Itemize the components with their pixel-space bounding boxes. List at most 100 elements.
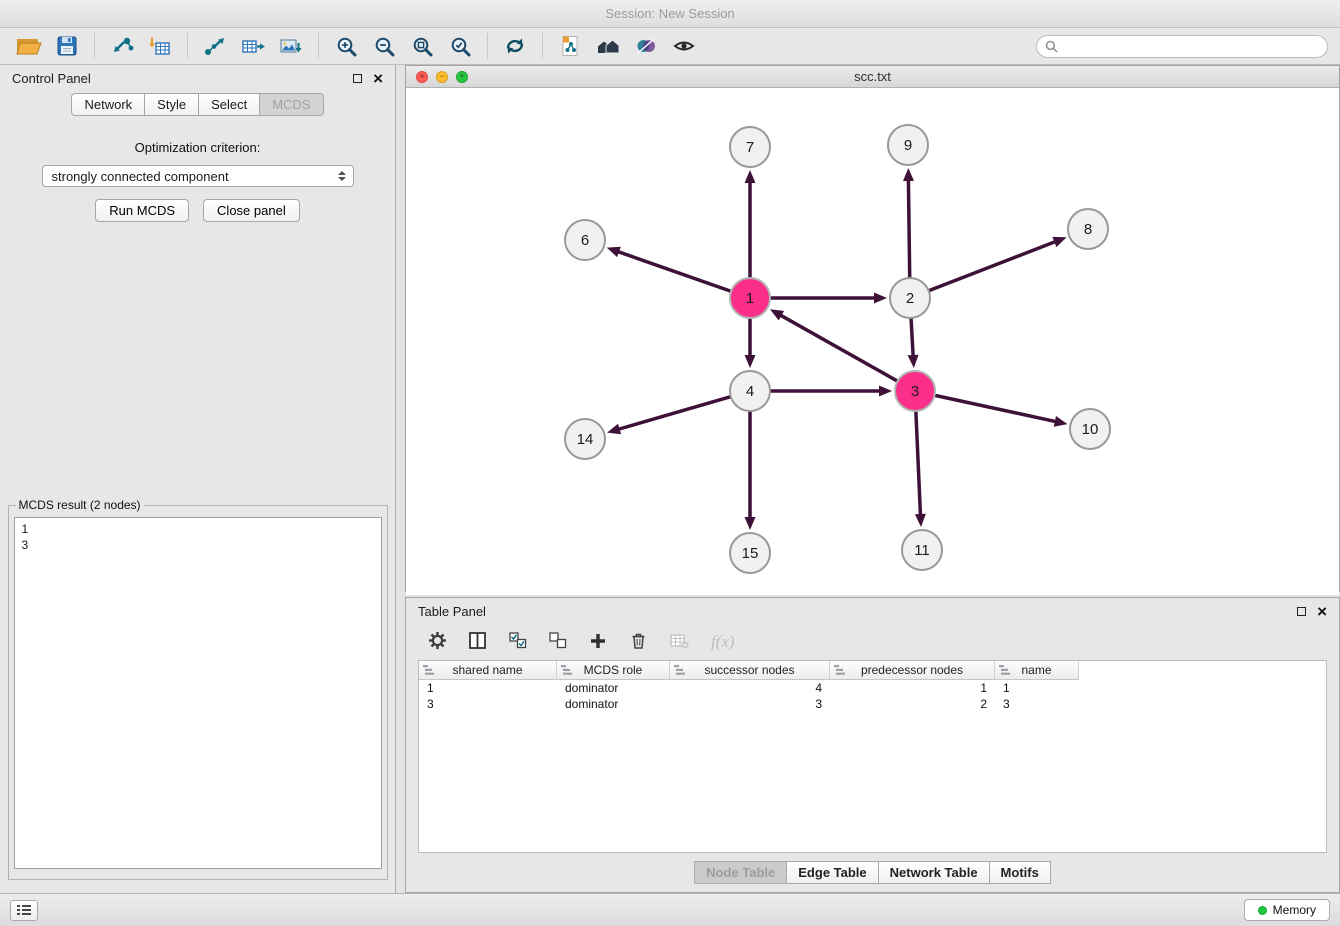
- main-toolbar: [0, 28, 1340, 65]
- table-panel: Table Panel ×: [405, 597, 1340, 893]
- import-table-button[interactable]: [144, 31, 176, 61]
- tab-style[interactable]: Style: [144, 93, 199, 116]
- graph-edge[interactable]: [930, 241, 1057, 290]
- import-network-button[interactable]: [106, 31, 138, 61]
- eye-icon: [673, 37, 695, 55]
- table-cell: dominator: [557, 696, 670, 712]
- graph-edge[interactable]: [617, 251, 730, 291]
- add-column-button[interactable]: [589, 632, 607, 653]
- graph-edge-arrow: [745, 517, 756, 530]
- zoom-out-icon: [374, 36, 395, 57]
- tab-network[interactable]: Network: [71, 93, 145, 116]
- close-window-icon[interactable]: ×: [416, 71, 428, 83]
- column-header-successor-nodes[interactable]: successor nodes: [670, 661, 830, 680]
- floppy-disk-icon: [57, 36, 77, 56]
- unselect-all-button[interactable]: [549, 632, 567, 652]
- window-controls: × − +: [416, 71, 468, 83]
- table-row[interactable]: 1dominator411: [419, 680, 1326, 696]
- control-panel-title: Control Panel: [12, 71, 91, 86]
- close-panel-icon[interactable]: ×: [1317, 603, 1327, 620]
- venn-diagram-icon: [634, 36, 658, 56]
- export-image-button[interactable]: [275, 31, 307, 61]
- graph-node-label: 15: [742, 545, 759, 562]
- zoom-in-icon: [336, 36, 357, 57]
- graph-edge-arrow: [879, 386, 892, 397]
- float-panel-icon[interactable]: [1297, 607, 1306, 616]
- graph-edge[interactable]: [916, 412, 921, 516]
- run-mcds-button[interactable]: Run MCDS: [95, 199, 189, 222]
- graph-edge[interactable]: [780, 315, 897, 381]
- graph-edge-arrow: [903, 168, 914, 181]
- tab-node-table[interactable]: Node Table: [694, 861, 787, 884]
- table-cell: 1: [830, 680, 995, 696]
- show-graphics-button[interactable]: [668, 31, 700, 61]
- mcds-panel-body: Optimization criterion: strongly connect…: [0, 120, 395, 893]
- show-columns-button[interactable]: [469, 632, 487, 653]
- tab-network-table[interactable]: Network Table: [878, 861, 990, 884]
- export-network-icon: [203, 36, 227, 57]
- right-column: × − + scc.txt 7968124314101511 Table Pan…: [405, 65, 1340, 893]
- zoom-in-button[interactable]: [330, 31, 362, 61]
- column-options-icon: [561, 665, 572, 675]
- import-table-icon: [148, 36, 172, 57]
- column-header-mcds-role[interactable]: MCDS role: [557, 661, 670, 680]
- search-box[interactable]: [1036, 35, 1328, 58]
- column-header-shared-name[interactable]: shared name: [419, 661, 557, 680]
- table-cell: 4: [670, 680, 830, 696]
- table-settings-button[interactable]: [428, 631, 447, 653]
- network-window-titlebar[interactable]: × − + scc.txt: [406, 66, 1339, 88]
- tab-motifs[interactable]: Motifs: [989, 861, 1051, 884]
- apply-layout-button[interactable]: [499, 31, 531, 61]
- graph-node-label: 9: [904, 137, 912, 154]
- delete-column-button[interactable]: [629, 631, 648, 653]
- tab-select[interactable]: Select: [198, 93, 260, 116]
- tab-edge-table[interactable]: Edge Table: [786, 861, 878, 884]
- network-graph[interactable]: 7968124314101511: [406, 88, 1338, 592]
- show-panels-button[interactable]: [10, 900, 38, 921]
- graph-edge[interactable]: [908, 179, 909, 277]
- memory-button[interactable]: Memory: [1244, 899, 1330, 921]
- document-network-icon: [559, 35, 581, 57]
- close-panel-icon[interactable]: ×: [373, 70, 383, 87]
- save-session-button[interactable]: [51, 31, 83, 61]
- refresh-icon: [503, 35, 527, 57]
- table-cell: 1: [995, 680, 1079, 696]
- column-header-predecessor-nodes[interactable]: predecessor nodes: [830, 661, 995, 680]
- network-window-title: scc.txt: [854, 69, 891, 84]
- style-button[interactable]: [630, 31, 662, 61]
- zoom-out-button[interactable]: [368, 31, 400, 61]
- criterion-dropdown-value: strongly connected component: [52, 169, 229, 184]
- open-session-button[interactable]: [13, 31, 45, 61]
- table-panel-title: Table Panel: [418, 604, 486, 619]
- home-button[interactable]: [592, 31, 624, 61]
- minimize-window-icon[interactable]: −: [436, 71, 448, 83]
- dropdown-arrows-icon: [338, 171, 348, 181]
- maximize-window-icon[interactable]: +: [456, 71, 468, 83]
- network-canvas[interactable]: 7968124314101511: [406, 88, 1339, 595]
- table-toolbar: f(x): [406, 624, 1339, 660]
- graph-edge[interactable]: [911, 319, 913, 357]
- zoom-selected-button[interactable]: [444, 31, 476, 61]
- control-panel-tabs: Network Style Select MCDS: [0, 93, 395, 116]
- export-table-button[interactable]: [237, 31, 269, 61]
- window-title: Session: New Session: [605, 6, 734, 21]
- close-panel-button[interactable]: Close panel: [203, 199, 300, 222]
- toolbar-separator: [318, 33, 319, 59]
- network-document-button[interactable]: [554, 31, 586, 61]
- select-all-button[interactable]: [509, 632, 527, 652]
- graph-node-label: 11: [914, 542, 930, 559]
- zoom-fit-button[interactable]: [406, 31, 438, 61]
- table-row[interactable]: 3dominator323: [419, 696, 1326, 712]
- float-panel-icon[interactable]: [353, 74, 362, 83]
- graph-edge-arrow: [908, 355, 919, 368]
- search-input[interactable]: [1063, 40, 1319, 54]
- column-options-icon: [834, 665, 845, 675]
- export-network-button[interactable]: [199, 31, 231, 61]
- graph-edge[interactable]: [618, 397, 730, 430]
- table-cell: 3: [419, 696, 557, 712]
- graph-node-label: 6: [581, 232, 589, 249]
- column-header-name[interactable]: name: [995, 661, 1079, 680]
- tab-mcds[interactable]: MCDS: [259, 93, 323, 116]
- criterion-dropdown[interactable]: strongly connected component: [42, 165, 354, 187]
- graph-edge[interactable]: [936, 396, 1057, 422]
